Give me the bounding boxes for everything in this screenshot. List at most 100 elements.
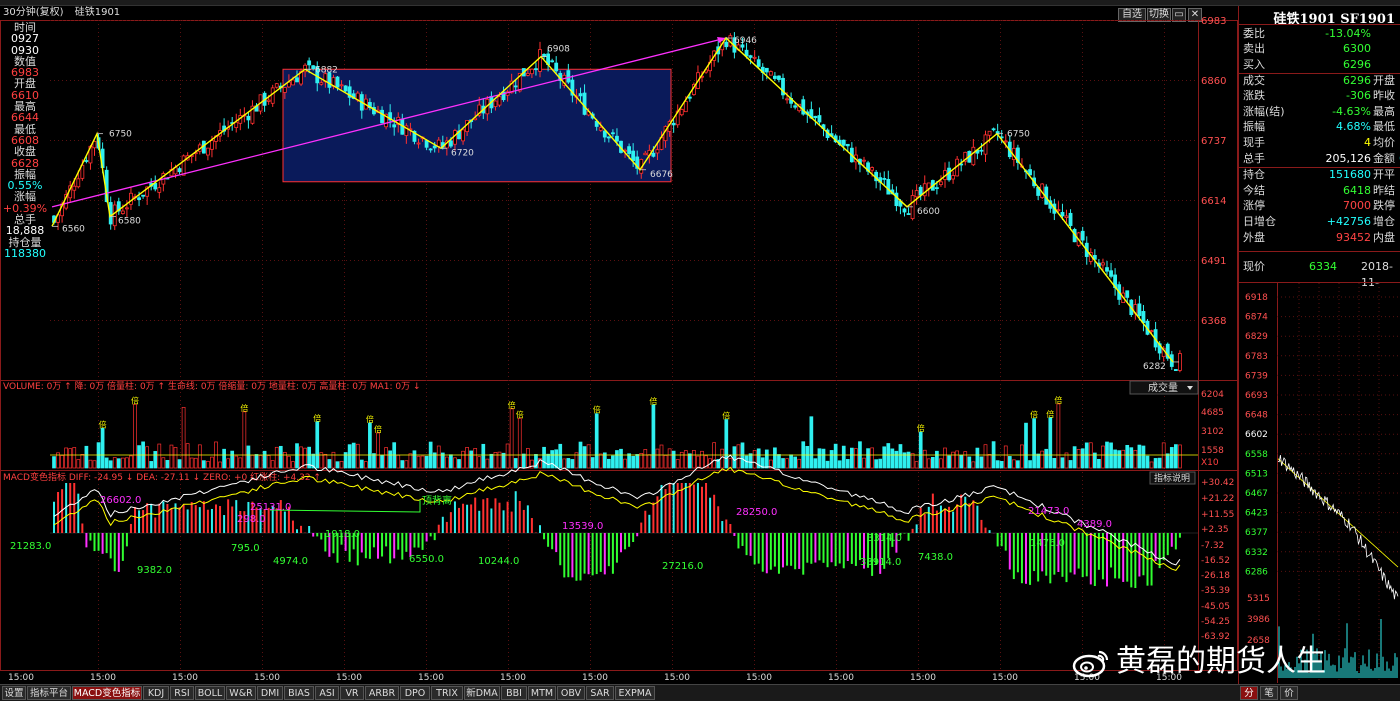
quote-row-label: 买入 <box>1243 58 1265 71</box>
quote-row-value: 6296 <box>1343 74 1371 87</box>
volume-bar <box>659 444 664 469</box>
indicator-tab[interactable]: ASI <box>315 686 339 700</box>
volume-bar <box>384 447 388 469</box>
time-axis-label: 15:00 <box>828 673 854 683</box>
macd-axis-label: -16.52 <box>1201 556 1230 566</box>
indicator-tab[interactable]: EXPMA <box>615 686 655 700</box>
candle-up <box>683 101 688 113</box>
volume-bar <box>793 456 798 469</box>
indicator-tab[interactable]: DMI <box>257 686 283 700</box>
watermark: 黄磊的期货人生 <box>1072 640 1326 684</box>
indicator-tab[interactable]: 指标平台 <box>27 686 71 700</box>
macd-value-label: 6550.0 <box>409 554 444 565</box>
view-tab[interactable]: 价 <box>1280 686 1298 700</box>
volume-bar <box>773 447 777 469</box>
indicator-tab[interactable]: TRIX <box>431 686 463 700</box>
volume-bar <box>1097 458 1101 469</box>
volume-marker: 倍 <box>240 403 248 413</box>
macd-value-label: 7438.0 <box>918 552 953 563</box>
volume-bar <box>76 459 81 469</box>
volume-bar <box>388 450 392 469</box>
indicator-tab[interactable]: VR <box>340 686 364 700</box>
quote-row: 日增仓 +42756 增仓 <box>1239 214 1400 230</box>
candle-up <box>862 159 866 162</box>
volume-bar <box>372 453 376 469</box>
pivot-label: 6580 <box>118 217 141 227</box>
weibo-logo-icon <box>1072 650 1109 678</box>
indicator-tab[interactable]: KDJ <box>143 686 169 700</box>
volume-bar <box>1056 403 1061 469</box>
volume-bar <box>821 448 826 469</box>
volume-bar <box>197 444 202 469</box>
main-chart-canvas[interactable]: 6983 6860 6737 6614 6491 6368 6560 6750 6580 6882… <box>0 0 1238 684</box>
volume-bar <box>764 449 769 469</box>
volume-bar <box>570 459 575 469</box>
volume-bar <box>995 460 1000 469</box>
indicator-tab[interactable]: MTM <box>528 686 556 700</box>
volume-bar <box>445 456 449 469</box>
volume-bar <box>882 446 887 469</box>
volume-bar <box>700 450 704 469</box>
candle-up <box>752 56 757 59</box>
volume-bar <box>181 407 186 469</box>
volume-bar <box>1141 445 1146 469</box>
macd-axis-label: +2.35 <box>1201 525 1229 535</box>
volume-bar <box>854 448 858 469</box>
macd-axis-label: -7.32 <box>1201 541 1224 551</box>
volume-bar <box>270 460 275 469</box>
mini-vol-axis-label: 5315 <box>1247 594 1270 604</box>
candle-down <box>813 115 818 119</box>
candle-up <box>497 96 502 106</box>
macd-value-label: 26602.0 <box>100 495 141 506</box>
view-tab[interactable]: 分 <box>1240 686 1258 700</box>
volume-bar <box>1036 453 1041 469</box>
quote-row-label: 外盘 <box>1243 231 1265 244</box>
candle-up <box>76 178 81 188</box>
volume-bar <box>918 431 923 469</box>
indicator-tab[interactable]: OBV <box>557 686 585 700</box>
time-axis-label: 15:00 <box>992 673 1018 683</box>
volume-bar <box>295 443 299 469</box>
volume-bar <box>696 455 700 469</box>
volume-bar <box>173 447 178 469</box>
volume-bar <box>1173 444 1178 469</box>
macd-value-label: 21283.0 <box>10 541 51 552</box>
indicator-tab[interactable]: SAR <box>586 686 614 700</box>
indicator-tab[interactable]: 设置 <box>2 686 26 700</box>
volume-bar <box>238 457 243 469</box>
pivot-label: 6560 <box>62 224 85 234</box>
indicator-tab[interactable]: RSI <box>170 686 194 700</box>
quote-row-value: 205,126 <box>1325 152 1372 165</box>
volume-bar <box>161 457 166 469</box>
volume-bar <box>959 454 964 469</box>
volume-bar <box>1048 417 1053 469</box>
macd-value-label: 3314.0 <box>867 533 902 544</box>
volume-bar <box>955 450 960 469</box>
indicator-tab[interactable]: 新DMA <box>464 686 500 700</box>
quote-row-label: 卖出 <box>1243 42 1265 55</box>
candle-down <box>343 85 348 92</box>
candle-down <box>153 182 158 190</box>
intraday-mini-chart[interactable]: 6918 6874 6829 6783 6739 6693 6648 6602 6558 6513… <box>1239 283 1400 683</box>
quote-row-label: 成交 <box>1243 74 1265 87</box>
view-tab[interactable]: 笔 <box>1260 686 1278 700</box>
indicator-tab[interactable]: BBI <box>501 686 527 700</box>
candle-down <box>979 149 984 152</box>
candle-down <box>631 150 636 162</box>
indicator-tab[interactable]: BOLL <box>195 686 225 700</box>
volume-marker: 倍 <box>131 395 139 405</box>
macd-value-label: 10244.0 <box>478 556 519 567</box>
indicator-tab[interactable]: DPO <box>400 686 430 700</box>
indicator-tab[interactable]: BIAS <box>284 686 314 700</box>
volume-bar <box>489 453 494 469</box>
volume-bar <box>230 450 235 469</box>
volume-bar <box>149 461 154 469</box>
candle-down <box>84 160 89 162</box>
indicator-tab[interactable]: W&R <box>226 686 256 700</box>
indicator-tab[interactable]: ARBR <box>365 686 399 700</box>
volume-bar <box>898 444 903 469</box>
candle-down <box>748 55 753 58</box>
indicator-tab[interactable]: MACD变色指标 <box>72 686 142 700</box>
candle-up <box>1003 140 1008 143</box>
volume-bar <box>598 453 603 469</box>
